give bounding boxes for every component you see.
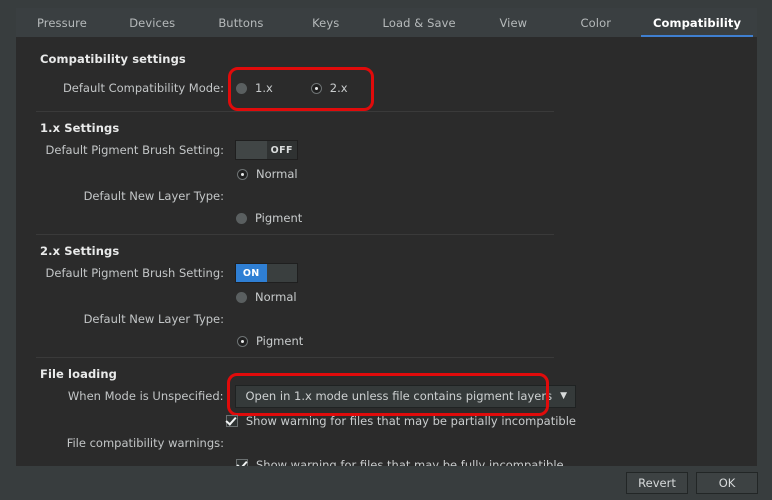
tab-load-and-save[interactable]: Load & Save	[366, 8, 472, 37]
tab-pressure-label: Pressure	[36, 15, 87, 30]
tab-compatibility[interactable]: Compatibility	[637, 8, 757, 37]
row-default-compatibility-mode: Default Compatibility Mode: 1.x 2.x	[36, 78, 556, 98]
radio-compat-mode-1x[interactable]: 1.x	[236, 81, 273, 95]
divider-file-loading	[36, 357, 554, 358]
checkbox-warn-partially-incompatible[interactable]: Show warning for files that may be parti…	[225, 414, 576, 428]
tab-view[interactable]: View	[472, 8, 554, 37]
label-when-mode-unspecified: When Mode is Unspecified:	[67, 389, 224, 403]
toggle-1x-pigment-brush[interactable]: OFF	[235, 140, 298, 160]
toggle-2x-state-label: ON	[236, 264, 267, 282]
tab-compatibility-label: Compatibility	[652, 15, 742, 30]
dialog-panel: Pressure Devices Buttons Keys Load & Sav…	[16, 8, 757, 472]
label-default-compatibility-mode: Default Compatibility Mode:	[62, 81, 224, 95]
label-2x-pigment-brush-setting: Default Pigment Brush Setting:	[45, 266, 224, 280]
section-heading-2x-settings: 2.x Settings	[40, 244, 120, 258]
tab-buttons[interactable]: Buttons	[197, 8, 286, 37]
radio-2x-layer-pigment-label: Pigment	[256, 334, 304, 348]
radio-indicator-on	[237, 168, 248, 180]
dialog-right-margin	[757, 0, 772, 466]
tab-bar: Pressure Devices Buttons Keys Load & Sav…	[16, 8, 757, 38]
radio-indicator-on	[237, 335, 248, 347]
tab-buttons-label: Buttons	[218, 15, 264, 30]
row-1x-pigment-brush-setting: Default Pigment Brush Setting: OFF	[36, 138, 556, 162]
radio-compat-mode-2x-label: 2.x	[329, 81, 348, 95]
tab-load-and-save-label: Load & Save	[382, 15, 456, 30]
checkbox-warn-partially-incompatible-label: Show warning for files that may be parti…	[245, 414, 576, 428]
dropdown-when-mode-unspecified[interactable]: Open in 1.x mode unless file contains pi…	[234, 384, 576, 408]
tab-devices-label: Devices	[129, 15, 176, 30]
radio-compat-mode-2x[interactable]: 2.x	[310, 81, 348, 95]
row-2x-pigment-brush-setting: Default Pigment Brush Setting: ON	[36, 261, 556, 285]
radio-indicator-off	[236, 212, 247, 224]
tab-color-label: Color	[580, 15, 612, 30]
section-heading-1x-settings: 1.x Settings	[40, 121, 120, 135]
preferences-dialog: Pressure Devices Buttons Keys Load & Sav…	[0, 0, 772, 500]
ok-button[interactable]: OK	[696, 472, 758, 494]
tab-keys[interactable]: Keys	[285, 8, 366, 37]
tab-keys-label: Keys	[312, 15, 340, 30]
radio-2x-layer-normal-label: Normal	[255, 290, 297, 304]
tab-color[interactable]: Color	[555, 8, 637, 37]
dialog-footer: Revert OK	[0, 466, 772, 500]
label-2x-new-layer-type: Default New Layer Type:	[83, 312, 224, 326]
toggle-2x-pigment-brush[interactable]: ON	[235, 263, 298, 283]
section-heading-file-loading: File loading	[40, 367, 117, 381]
radio-2x-layer-pigment[interactable]: Pigment	[237, 334, 303, 348]
radio-1x-layer-normal[interactable]: Normal	[237, 167, 298, 181]
checkmark-icon	[225, 415, 238, 427]
radio-1x-layer-normal-label: Normal	[256, 167, 298, 181]
row-when-mode-unspecified: When Mode is Unspecified: Open in 1.x mo…	[36, 384, 576, 408]
label-file-compatibility-warnings: File compatibility warnings:	[66, 436, 224, 450]
radio-1x-layer-pigment-label: Pigment	[255, 211, 303, 225]
radio-1x-layer-pigment[interactable]: Pigment	[236, 211, 302, 225]
divider-1x-settings	[36, 111, 554, 112]
settings-content: Compatibility settings Default Compatibi…	[16, 38, 757, 472]
radio-indicator-off	[236, 291, 247, 303]
row-1x-new-layer-type: Normal Default New Layer Type: Pigment	[36, 167, 556, 225]
tab-pressure[interactable]: Pressure	[16, 8, 108, 37]
label-1x-pigment-brush-setting: Default Pigment Brush Setting:	[45, 143, 224, 157]
section-heading-compatibility-settings: Compatibility settings	[40, 52, 186, 66]
divider-2x-settings	[36, 234, 554, 235]
radio-indicator-off	[236, 82, 247, 94]
tab-view-label: View	[499, 15, 528, 30]
label-1x-new-layer-type: Default New Layer Type:	[83, 189, 224, 203]
revert-button[interactable]: Revert	[626, 472, 688, 494]
radio-compat-mode-1x-label: 1.x	[255, 81, 273, 95]
toggle-1x-state-label: OFF	[266, 141, 297, 159]
toggle-2x-track	[266, 264, 297, 282]
chevron-down-icon: ▼	[560, 390, 567, 401]
row-file-compatibility-warnings: Show warning for files that may be parti…	[36, 414, 576, 472]
row-2x-new-layer-type: Normal Default New Layer Type: Pigment	[36, 290, 556, 348]
dropdown-when-mode-unspecified-value: Open in 1.x mode unless file contains pi…	[245, 389, 553, 403]
toggle-1x-knob	[236, 141, 267, 159]
tab-devices[interactable]: Devices	[108, 8, 197, 37]
radio-2x-layer-normal[interactable]: Normal	[236, 290, 297, 304]
radio-indicator-on	[310, 82, 322, 94]
